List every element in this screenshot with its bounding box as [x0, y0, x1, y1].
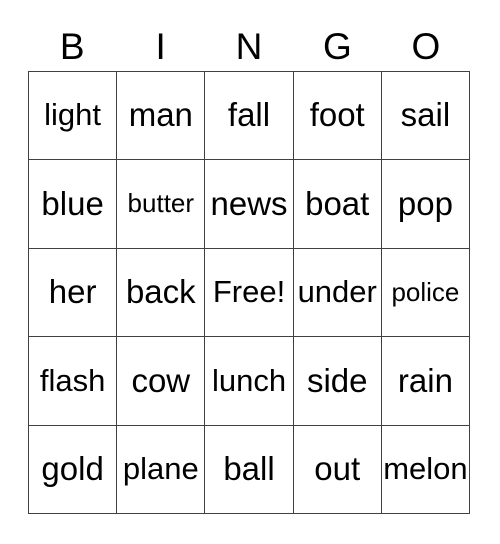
- bingo-cell-i3[interactable]: back: [117, 248, 206, 338]
- bingo-header-letter-n: N: [235, 25, 263, 67]
- bingo-cell-o1[interactable]: sail: [381, 72, 471, 161]
- bingo-cell-label: under: [297, 274, 377, 310]
- bingo-cell-b2[interactable]: blue: [29, 160, 118, 249]
- bingo-cell-o3[interactable]: police: [381, 248, 471, 338]
- bingo-row: flash cow lunch side rain: [29, 337, 471, 426]
- bingo-cell-free-space[interactable]: Free!: [205, 248, 294, 338]
- bingo-row: blue butter news boat pop: [29, 160, 471, 249]
- bingo-cell-o2[interactable]: pop: [381, 160, 471, 249]
- bingo-cell-label: ball: [223, 450, 275, 487]
- bingo-free-space-label: Free!: [212, 274, 286, 310]
- bingo-cell-label: lunch: [211, 362, 287, 398]
- bingo-cell-label: melon: [383, 451, 468, 487]
- bingo-cell-label: sail: [400, 96, 451, 134]
- bingo-cell-label: boat: [305, 184, 370, 222]
- bingo-cell-label: out: [314, 450, 361, 487]
- bingo-cell-b3[interactable]: her: [29, 248, 118, 338]
- bingo-cell-g2[interactable]: boat: [293, 160, 382, 249]
- bingo-cell-label: foot: [309, 96, 365, 134]
- bingo-header-letter-o: O: [411, 25, 441, 67]
- bingo-cell-label: gold: [41, 450, 104, 487]
- bingo-cell-label: police: [391, 276, 460, 307]
- bingo-cell-i4[interactable]: cow: [117, 337, 206, 426]
- bingo-cell-b5[interactable]: gold: [29, 425, 118, 515]
- bingo-cell-n4[interactable]: lunch: [205, 337, 294, 426]
- bingo-cell-label: flash: [39, 362, 106, 398]
- bingo-cell-n2[interactable]: news: [205, 160, 294, 249]
- bingo-header-row: B I N G O: [28, 22, 470, 70]
- bingo-cell-n1[interactable]: fall: [205, 72, 294, 161]
- bingo-card: B I N G O light man fall foot sail blue …: [0, 0, 500, 544]
- bingo-cell-g4[interactable]: side: [293, 337, 382, 426]
- bingo-cell-label: fall: [227, 96, 271, 134]
- bingo-cell-n5[interactable]: ball: [205, 425, 294, 515]
- bingo-cell-label: pop: [397, 184, 453, 222]
- bingo-header-letter-i: I: [155, 25, 166, 67]
- bingo-cell-o4[interactable]: rain: [381, 337, 471, 426]
- bingo-cell-label: news: [210, 184, 288, 222]
- bingo-cell-label: back: [125, 273, 196, 311]
- bingo-cell-label: light: [44, 97, 102, 133]
- bingo-cell-g3[interactable]: under: [293, 248, 382, 338]
- bingo-cell-label: rain: [397, 361, 453, 399]
- bingo-cell-label: man: [128, 96, 193, 134]
- bingo-cell-i2[interactable]: butter: [117, 160, 206, 249]
- bingo-header-letter-b: B: [59, 25, 85, 67]
- bingo-cell-i5[interactable]: plane: [117, 425, 206, 515]
- bingo-header-letter-g: G: [323, 25, 352, 67]
- bingo-cell-b4[interactable]: flash: [29, 337, 118, 426]
- bingo-cell-i1[interactable]: man: [117, 72, 206, 161]
- bingo-cell-g1[interactable]: foot: [293, 72, 382, 161]
- bingo-grid: light man fall foot sail blue butter new…: [28, 71, 471, 515]
- bingo-cell-label: blue: [41, 184, 104, 222]
- bingo-cell-label: butter: [127, 188, 195, 219]
- bingo-cell-label: her: [48, 273, 97, 311]
- bingo-row: light man fall foot sail: [29, 72, 471, 161]
- bingo-row: gold plane ball out melon: [29, 425, 471, 515]
- bingo-cell-o5[interactable]: melon: [381, 425, 471, 515]
- bingo-cell-label: cow: [131, 361, 191, 399]
- bingo-cell-g5[interactable]: out: [293, 425, 382, 515]
- bingo-cell-label: side: [306, 361, 368, 399]
- bingo-cell-b1[interactable]: light: [29, 72, 118, 161]
- bingo-row: her back Free! under police: [29, 248, 471, 338]
- bingo-cell-label: plane: [122, 451, 199, 487]
